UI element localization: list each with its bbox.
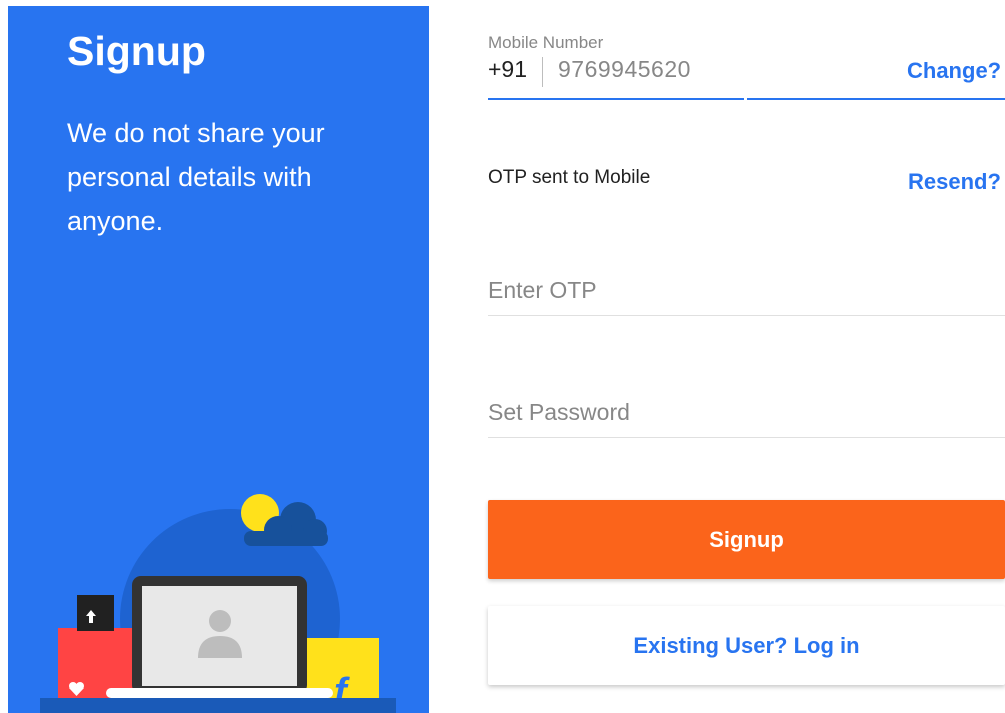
- existing-user-login-button[interactable]: Existing User? Log in: [488, 606, 1005, 685]
- mobile-number-label: Mobile Number: [488, 33, 604, 52]
- signup-illustration: f: [40, 494, 396, 713]
- signup-button[interactable]: Signup: [488, 500, 1005, 579]
- ground-strip: [40, 698, 396, 713]
- otp-input[interactable]: Enter OTP: [488, 277, 597, 304]
- panel-title: Signup: [67, 28, 206, 74]
- country-code-divider: [542, 57, 543, 87]
- country-code: +91: [488, 56, 528, 82]
- signup-form: Mobile Number +91 9769945620 Change? OTP…: [488, 0, 1005, 713]
- password-input[interactable]: Set Password: [488, 399, 630, 426]
- laptop-icon: [106, 576, 333, 698]
- password-input-underline: [488, 437, 1005, 438]
- signup-info-panel: Signup We do not share your personal det…: [8, 6, 429, 713]
- user-avatar-head: [209, 610, 231, 632]
- otp-sent-message: OTP sent to Mobile: [488, 167, 651, 188]
- otp-input-underline: [488, 315, 1005, 316]
- dark-box: [77, 595, 114, 631]
- change-link-underline: [747, 98, 1005, 100]
- mobile-number-field[interactable]: 9769945620: [558, 56, 691, 83]
- mobile-field-underline: [488, 98, 744, 100]
- change-number-link[interactable]: Change?: [907, 58, 1001, 84]
- panel-subtitle: We do not share your personal details wi…: [67, 118, 325, 236]
- resend-otp-link[interactable]: Resend?: [908, 169, 1001, 195]
